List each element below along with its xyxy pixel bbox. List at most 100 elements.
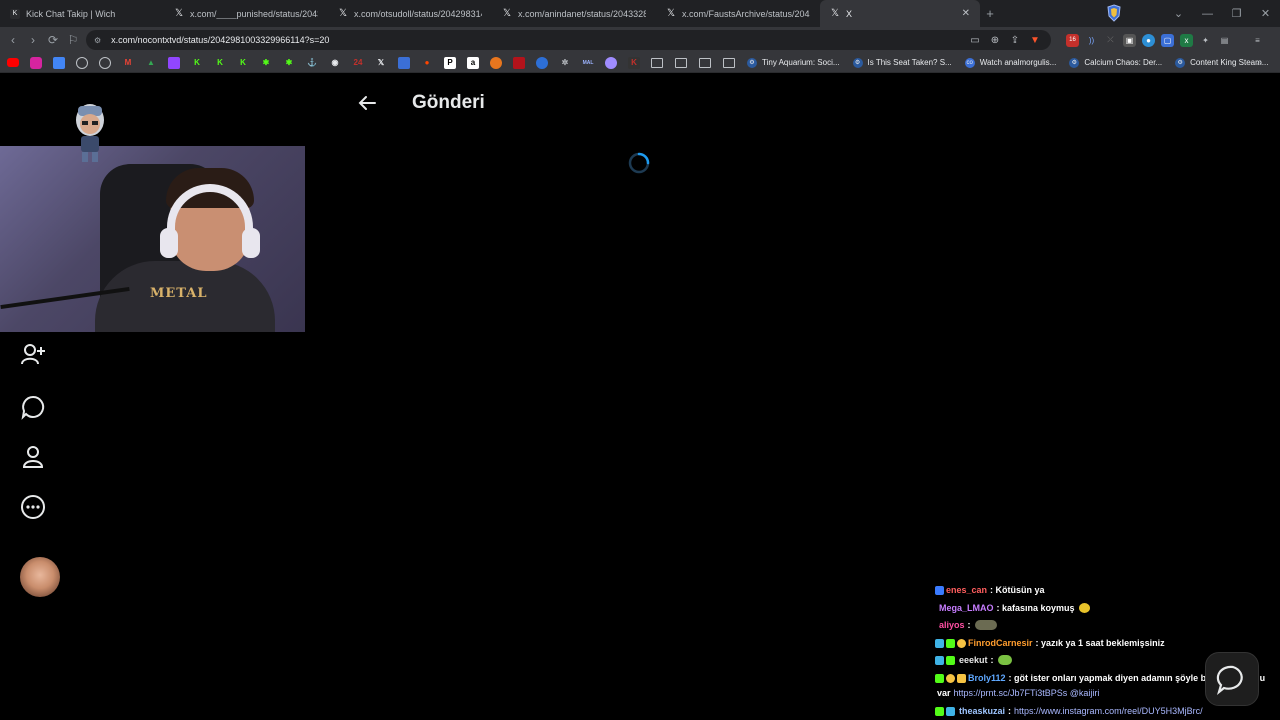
sidebar-icon[interactable]: ▤ — [1218, 34, 1231, 47]
more-bookmarks-icon[interactable]: » — [1256, 57, 1262, 68]
kick-bookmark-icon[interactable]: K — [237, 57, 249, 69]
minimize-icon[interactable]: — — [1193, 8, 1222, 20]
kick-bookmark-icon[interactable]: K — [214, 57, 226, 69]
window-extension-icon[interactable]: ▢ — [1161, 33, 1174, 47]
steam-icon: ⚙ — [852, 57, 863, 68]
muted-extension-icon[interactable]: ⤫ — [1104, 34, 1117, 47]
site-settings-icon[interactable]: ⚙ — [94, 36, 101, 45]
bookmark-seat-taken[interactable]: ⚙ Is This Seat Taken? S... — [852, 57, 952, 68]
forward-icon[interactable]: › — [23, 33, 43, 47]
reload-icon[interactable]: ⟳ — [43, 33, 63, 47]
kick-badge-icon — [935, 706, 944, 716]
red-bookmark-icon[interactable]: 24 — [352, 57, 364, 69]
instagram-bookmark-icon[interactable] — [30, 56, 42, 69]
media-extension-icon[interactable]: ▣ — [1123, 33, 1136, 47]
tab-title: x.com/anindanet/status/20433282895 — [518, 8, 646, 19]
audio-extension-icon[interactable]: )) — [1085, 34, 1098, 47]
tab-x-punished[interactable]: 𝕏 x.com/____punished/status/20432466 — [164, 0, 328, 27]
zoom-icon[interactable]: ⊕ — [988, 33, 1002, 47]
cast-icon[interactable]: ▭ — [968, 33, 982, 47]
profile-icon[interactable] — [20, 444, 46, 470]
brave-rewards-icon[interactable]: ▼ — [1028, 33, 1042, 47]
puzzle-extensions-icon[interactable]: ✦ — [1199, 34, 1212, 47]
chat-text: : yazık ya 1 saat beklemişsiniz — [1035, 638, 1165, 648]
x-bookmark-icon[interactable]: 𝕏 — [375, 57, 387, 69]
globe-bookmark-icon[interactable] — [99, 56, 111, 69]
chat-message: aliyos : — [935, 620, 997, 630]
menu-icon[interactable]: ≡ — [1251, 34, 1264, 47]
orange-bookmark-icon[interactable] — [490, 56, 502, 69]
bookmark-icon[interactable]: ⚐ — [63, 33, 83, 47]
mal-bookmark-icon[interactable]: MAL — [582, 57, 594, 69]
chat-badge-icon — [935, 585, 944, 595]
bookmark-content-king[interactable]: ⚙ Content King Steam... — [1175, 57, 1268, 68]
brave-shield-icon[interactable] — [1107, 4, 1121, 22]
patreon-bookmark-icon[interactable]: P — [444, 56, 456, 69]
chat-badge-icon — [946, 706, 955, 716]
translate-bookmark-icon[interactable] — [53, 56, 65, 69]
follow-add-user-icon[interactable] — [20, 342, 46, 368]
chat-message: var https://prnt.sc/Jb7FTi3tBPSs @kaijir… — [935, 688, 1099, 698]
tab-search-icon[interactable]: ⌄ — [1164, 7, 1193, 20]
tab-kick-chat[interactable]: K Kick Chat Takip | Wich — [0, 0, 164, 27]
steam-icon: ⚙ — [1175, 57, 1186, 68]
chat-message: Mega_LMAO : kafasına koymuş — [935, 603, 1090, 613]
close-tab-icon[interactable]: ✕ — [962, 8, 970, 19]
grok-chat-button[interactable] — [1205, 652, 1259, 706]
gear-bookmark-icon[interactable]: ✲ — [559, 57, 571, 69]
chat-bubble-icon[interactable] — [20, 394, 46, 420]
globe-bookmark-icon[interactable] — [76, 56, 88, 69]
account-avatar[interactable] — [20, 557, 60, 597]
youtube-bookmark-icon[interactable] — [7, 58, 19, 67]
tab-x-otsudoll[interactable]: 𝕏 x.com/otsudoll/status/20429831481 — [328, 0, 492, 27]
extension-badge-icon[interactable]: 16 — [1066, 33, 1079, 47]
star-bookmark-icon[interactable]: ✱ — [260, 57, 272, 69]
chat-message: FinrodCarnesir : yazık ya 1 saat beklemi… — [935, 638, 1165, 648]
tab-x-anindanet[interactable]: 𝕏 x.com/anindanet/status/20433282895 — [492, 0, 656, 27]
back-arrow-icon[interactable] — [357, 94, 377, 112]
kick-bookmark-icon[interactable]: K — [191, 57, 203, 69]
folder-icon[interactable] — [723, 57, 735, 68]
bookmark-watch[interactable]: co Watch analmorgulis... — [964, 57, 1056, 68]
address-bar[interactable]: ⚙ x.com/nocontxtvd/status/20429810033299… — [86, 30, 1051, 50]
close-window-icon[interactable]: ✕ — [1251, 7, 1280, 20]
share-icon[interactable]: ⇪ — [1008, 33, 1022, 47]
anchor-bookmark-icon[interactable]: ⚓ — [306, 57, 318, 69]
emote-icon — [997, 655, 1012, 665]
tab-title: x.com/otsudoll/status/20429831481 — [354, 8, 482, 19]
blue-bookmark-icon[interactable] — [398, 56, 410, 69]
bookmark-tiny-aquarium[interactable]: ⚙ Tiny Aquarium: Soci... — [747, 57, 840, 68]
folder-icon[interactable] — [675, 57, 687, 68]
kick-dark-bookmark-icon[interactable]: K — [628, 56, 640, 69]
twitch-bookmark-icon[interactable] — [168, 56, 180, 69]
chat-text: : Kötüsün ya — [990, 585, 1045, 595]
blue-extension-icon[interactable]: ● — [1142, 33, 1155, 47]
restore-icon[interactable]: ❐ — [1222, 7, 1251, 20]
bookmark-calcium-chaos[interactable]: ⚙ Calcium Chaos: Der... — [1069, 57, 1162, 68]
star-bookmark-icon[interactable]: ✱ — [283, 57, 295, 69]
chat-username: theaskuzai — [959, 706, 1006, 716]
chat-text: var — [937, 688, 951, 698]
chat-link[interactable]: https://www.instagram.com/reel/DUY5H3MjB… — [1014, 706, 1203, 716]
tab-x-faustsarchive[interactable]: 𝕏 x.com/FaustsArchive/status/20431135 — [656, 0, 820, 27]
folder-icon[interactable] — [699, 57, 711, 68]
more-options-icon[interactable] — [20, 494, 46, 520]
gmail-bookmark-icon[interactable]: M — [122, 57, 134, 69]
bookmark-label: Is This Seat Taken? S... — [867, 58, 952, 67]
purple-bookmark-icon[interactable] — [605, 56, 617, 69]
amazon-bookmark-icon[interactable]: a — [467, 56, 479, 69]
github-bookmark-icon[interactable]: ◉ — [329, 57, 341, 69]
back-icon[interactable]: ‹ — [3, 33, 23, 47]
chat-username: aliyos — [939, 620, 965, 630]
red-bookmark-icon[interactable] — [513, 56, 525, 69]
excel-extension-icon[interactable]: x — [1180, 33, 1193, 47]
reddit-bookmark-icon[interactable]: ● — [421, 57, 433, 69]
play-bookmark-icon[interactable] — [536, 56, 548, 69]
chat-badge-icon — [946, 673, 955, 683]
folder-icon[interactable] — [651, 57, 663, 68]
tab-x-active[interactable]: 𝕏 X ✕ — [820, 0, 980, 27]
chat-link[interactable]: https://prnt.sc/Jb7FTi3tBPSs @kaijiri — [954, 688, 1100, 698]
x-logo-icon: 𝕏 — [666, 8, 676, 19]
drive-bookmark-icon[interactable]: ▲ — [145, 57, 157, 69]
new-tab-button[interactable]: + — [980, 6, 1000, 21]
